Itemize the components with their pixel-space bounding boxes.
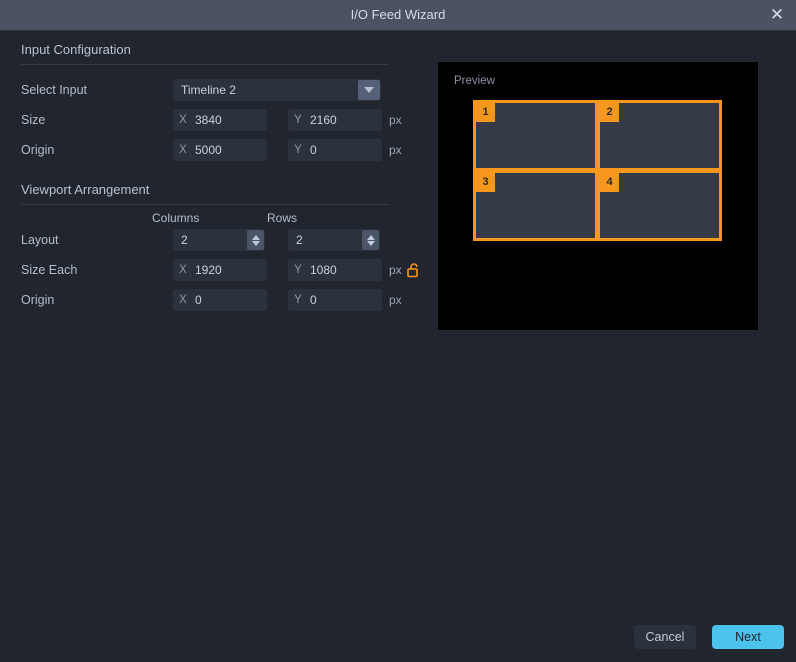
viewport-origin-row: Origin X 0 Y 0 px: [21, 289, 421, 311]
preview-viewport-1[interactable]: 1: [473, 100, 598, 171]
next-button[interactable]: Next: [712, 625, 784, 649]
unlocked-padlock-icon[interactable]: [407, 262, 421, 283]
viewport-arrangement-section: Viewport Arrangement: [21, 182, 389, 205]
columns-stepper-arrows-icon[interactable]: [247, 230, 264, 250]
size-each-unit: px: [389, 263, 402, 277]
rows-header: Rows: [267, 211, 298, 225]
title-bar: I/O Feed Wizard ✕: [0, 0, 796, 31]
columns-stepper[interactable]: 2: [173, 229, 265, 251]
y-axis-label: Y: [294, 144, 302, 156]
input-size-x-field[interactable]: X 3840: [173, 109, 267, 131]
layout-label: Layout: [21, 233, 59, 247]
rows-stepper[interactable]: 2: [288, 229, 380, 251]
x-axis-label: X: [179, 144, 187, 156]
size-each-y-field[interactable]: Y 1080: [288, 259, 382, 281]
size-each-y-value: 1080: [310, 263, 337, 277]
size-each-row: Size Each X 1920 Y 1080 px: [21, 259, 421, 281]
viewport-arrangement-heading: Viewport Arrangement: [21, 182, 150, 197]
select-input-dropdown[interactable]: Timeline 2: [173, 79, 381, 101]
input-origin-y-field[interactable]: Y 0: [288, 139, 382, 161]
input-origin-row: Origin X 5000 Y 0 px: [21, 139, 421, 161]
section-divider: [21, 204, 389, 205]
preview-viewport-2[interactable]: 2: [597, 100, 722, 171]
preview-viewport-3[interactable]: 3: [473, 170, 598, 241]
input-origin-y-value: 0: [310, 143, 317, 157]
rows-value: 2: [296, 233, 303, 247]
input-size-y-field[interactable]: Y 2160: [288, 109, 382, 131]
preview-grid: 1 2 3 4: [473, 100, 722, 241]
section-divider: [21, 64, 389, 65]
dialog-title: I/O Feed Wizard: [350, 7, 446, 22]
preview-label: Preview: [454, 75, 495, 87]
size-each-x-value: 1920: [195, 263, 222, 277]
x-axis-label: X: [179, 264, 187, 276]
input-origin-x-field[interactable]: X 5000: [173, 139, 267, 161]
viewport-number-badge: 4: [600, 173, 619, 192]
select-input-value: Timeline 2: [181, 83, 236, 97]
viewport-origin-y-field[interactable]: Y 0: [288, 289, 382, 311]
preview-panel: Preview 1 2 3 4: [438, 62, 758, 330]
input-origin-unit: px: [389, 143, 402, 157]
select-input-label: Select Input: [21, 83, 88, 97]
input-size-y-value: 2160: [310, 113, 337, 127]
input-configuration-section: Input Configuration: [21, 42, 389, 65]
viewport-number-badge: 2: [600, 103, 619, 122]
y-axis-label: Y: [294, 294, 302, 306]
input-origin-label: Origin: [21, 143, 55, 157]
viewport-number-badge: 1: [476, 103, 495, 122]
close-icon[interactable]: ✕: [764, 3, 790, 27]
io-feed-wizard-dialog: I/O Feed Wizard ✕ Input Configuration Se…: [0, 0, 796, 662]
input-size-label: Size: [21, 113, 46, 127]
input-origin-x-value: 5000: [195, 143, 222, 157]
columns-value: 2: [181, 233, 188, 247]
select-input-row: Select Input Timeline 2: [21, 79, 401, 101]
chevron-down-icon[interactable]: [358, 80, 380, 100]
size-each-label: Size Each: [21, 263, 78, 277]
viewport-origin-unit: px: [389, 293, 402, 307]
y-axis-label: Y: [294, 264, 302, 276]
viewport-origin-x-value: 0: [195, 293, 202, 307]
columns-header: Columns: [152, 211, 200, 225]
y-axis-label: Y: [294, 114, 302, 126]
input-size-unit: px: [389, 113, 402, 127]
viewport-origin-label: Origin: [21, 293, 55, 307]
viewport-origin-x-field[interactable]: X 0: [173, 289, 267, 311]
viewport-origin-y-value: 0: [310, 293, 317, 307]
rows-stepper-arrows-icon[interactable]: [362, 230, 379, 250]
x-axis-label: X: [179, 294, 187, 306]
size-each-x-field[interactable]: X 1920: [173, 259, 267, 281]
viewport-number-badge: 3: [476, 173, 495, 192]
input-configuration-heading: Input Configuration: [21, 42, 131, 57]
input-size-x-value: 3840: [195, 113, 222, 127]
preview-viewport-4[interactable]: 4: [597, 170, 722, 241]
x-axis-label: X: [179, 114, 187, 126]
cancel-button[interactable]: Cancel: [634, 625, 696, 649]
input-size-row: Size X 3840 Y 2160 px: [21, 109, 421, 131]
layout-row: Layout 2 2: [21, 229, 421, 251]
